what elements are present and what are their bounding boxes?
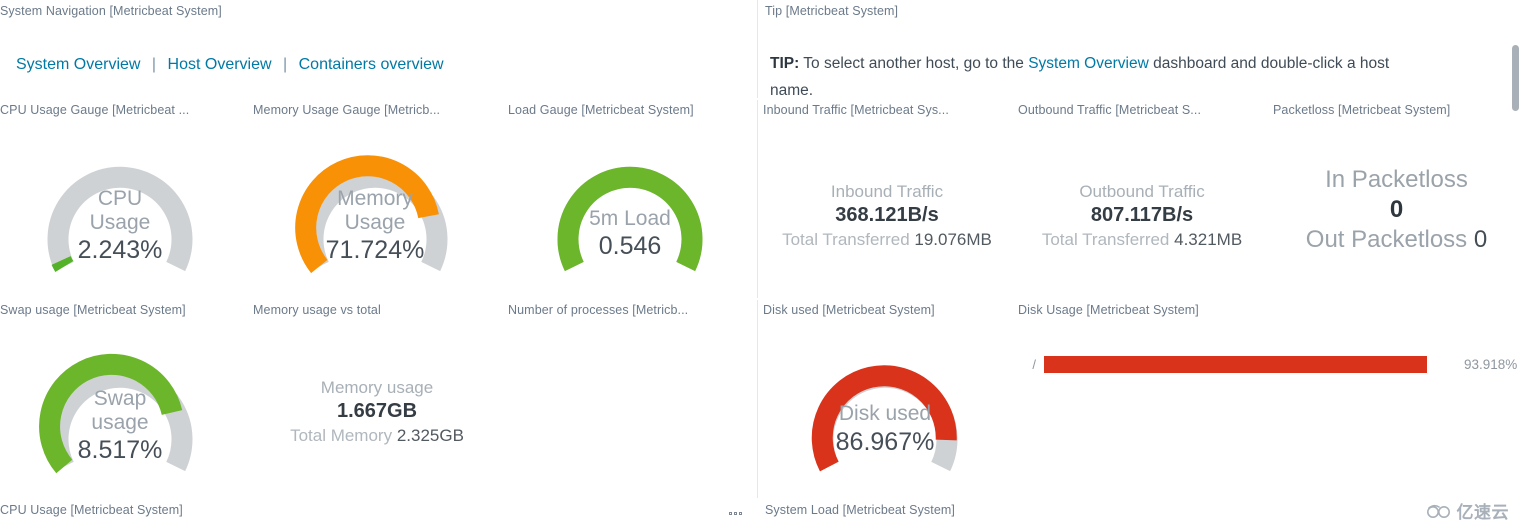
panel-title-cpu-usage: CPU Usage [Metricbeat System]	[0, 503, 183, 517]
gauge-cpu-label-1: CPU	[97, 187, 143, 210]
metric-inbound-traffic[interactable]: Inbound Traffic 368.121B/s Total Transfe…	[763, 180, 1011, 251]
system-navigation-links: System Overview | Host Overview | Contai…	[16, 56, 444, 74]
panel-title-inbound-traffic: Inbound Traffic [Metricbeat Sys...	[763, 103, 949, 117]
tip-text-before: To select another host, go to the	[799, 55, 1029, 72]
panel-title-memory-usage-vs-total: Memory usage vs total	[253, 303, 381, 317]
disk-usage-mount-label: /	[1032, 357, 1036, 372]
metric-memory-foot-value: 2.325GB	[396, 426, 464, 445]
divider-vertical-row2	[757, 300, 758, 498]
panel-resize-handle-icon[interactable]	[729, 512, 742, 515]
metric-outbound-value: 807.117B/s	[1090, 204, 1194, 226]
tip-clipped-line: name.	[770, 82, 814, 96]
metric-outbound-foot-value: 4.321MB	[1174, 230, 1243, 249]
tip-text-after: dashboard and double-click a host	[1148, 55, 1390, 72]
panel-number-of-processes-body[interactable]	[508, 320, 753, 495]
tip-link-system-overview[interactable]: System Overview	[1028, 55, 1149, 72]
divider-vertical-row1	[757, 100, 758, 298]
panel-title-disk-usage: Disk Usage [Metricbeat System]	[1018, 303, 1199, 317]
metric-memory-value: 1.667GB	[336, 400, 418, 422]
nav-separator-1: |	[151, 56, 157, 73]
gauge-swap-usage[interactable]: Swap usage 8.517%	[30, 348, 210, 478]
panel-title-cpu-usage-gauge: CPU Usage Gauge [Metricbeat ...	[0, 103, 190, 117]
metric-memory-title: Memory usage	[320, 378, 434, 397]
gauge-cpu-label-2: Usage	[89, 211, 151, 234]
gauge-disk-used[interactable]: Disk used 86.967%	[795, 348, 975, 478]
metric-outbound-footer: Total Transferred 4.321MB	[1018, 228, 1266, 251]
gauge-memory-label-2: Usage	[344, 211, 406, 234]
gauge-swap-label-2: usage	[91, 411, 149, 434]
gauge-cpu-value: 2.243%	[77, 236, 163, 264]
page-scrollbar-thumb[interactable]	[1512, 45, 1519, 111]
tip-prefix: TIP:	[770, 55, 800, 72]
gauge-swap-label-1: Swap	[93, 387, 147, 410]
panel-title-memory-usage-gauge: Memory Usage Gauge [Metricb...	[253, 103, 441, 117]
panel-title-disk-used: Disk used [Metricbeat System]	[763, 303, 935, 317]
gauge-memory-value: 71.724%	[325, 236, 425, 264]
gauge-load-value: 0.546	[598, 232, 662, 260]
gauge-swap-value: 8.517%	[77, 436, 163, 464]
disk-usage-bar-row[interactable]: / 93.918%	[1018, 356, 1518, 373]
metric-memory-footer: Total Memory 2.325GB	[253, 424, 501, 447]
metric-outbound-traffic[interactable]: Outbound Traffic 807.117B/s Total Transf…	[1018, 180, 1266, 251]
tip-panel-content: TIP: To select another host, go to the S…	[770, 50, 1498, 96]
watermark: 亿速云	[1426, 498, 1510, 523]
dashboard-root: System Navigation [Metricbeat System] Ti…	[0, 0, 1523, 529]
metric-in-packetloss-value: 0	[1389, 196, 1404, 223]
metric-outbound-title: Outbound Traffic	[1079, 182, 1205, 201]
nav-link-containers-overview[interactable]: Containers overview	[299, 56, 444, 73]
gauge-memory-label-1: Memory	[337, 187, 413, 210]
metric-memory-usage-total[interactable]: Memory usage 1.667GB Total Memory 2.325G…	[253, 376, 501, 447]
panel-title-system-navigation: System Navigation [Metricbeat System]	[0, 4, 222, 18]
metric-out-packetloss-label: Out Packetloss	[1305, 226, 1468, 253]
metric-packetloss[interactable]: In Packetloss 0 Out Packetloss 0	[1270, 165, 1523, 255]
gauge-load[interactable]: 5m Load 0.546	[540, 148, 720, 278]
metric-inbound-title: Inbound Traffic	[830, 182, 944, 201]
panel-title-system-load: System Load [Metricbeat System]	[765, 503, 955, 517]
metric-inbound-foot-value: 19.076MB	[914, 230, 992, 249]
gauge-disk-value: 86.967%	[835, 428, 935, 456]
metric-inbound-value: 368.121B/s	[835, 204, 939, 226]
panel-title-number-of-processes: Number of processes [Metricb...	[508, 303, 689, 317]
divider-vertical-header	[757, 0, 758, 98]
nav-link-host-overview[interactable]: Host Overview	[168, 56, 272, 73]
gauge-load-label-1: 5m Load	[589, 207, 671, 230]
cloud-glasses-icon	[1426, 504, 1450, 518]
panel-title-tip: Tip [Metricbeat System]	[765, 4, 899, 18]
nav-separator-2: |	[283, 56, 288, 73]
panel-title-outbound-traffic: Outbound Traffic [Metricbeat S...	[1018, 103, 1202, 117]
metric-outbound-foot-label: Total Transferred	[1041, 230, 1170, 249]
gauge-memory-usage[interactable]: Memory Usage 71.724%	[285, 148, 465, 278]
metric-out-packetloss-value: 0	[1473, 226, 1488, 253]
metric-inbound-footer: Total Transferred 19.076MB	[763, 228, 1011, 251]
watermark-text: 亿速云	[1456, 503, 1509, 522]
disk-usage-bar-fill	[1044, 356, 1428, 373]
metric-in-packetloss-label: In Packetloss	[1325, 166, 1468, 193]
gauge-cpu-usage[interactable]: CPU Usage 2.243%	[30, 148, 210, 278]
nav-link-system-overview[interactable]: System Overview	[16, 56, 140, 73]
metric-memory-foot-label: Total Memory	[290, 426, 393, 445]
page-scrollbar[interactable]	[1510, 0, 1521, 529]
panel-title-swap-usage: Swap usage [Metricbeat System]	[0, 303, 186, 317]
panel-title-load-gauge: Load Gauge [Metricbeat System]	[508, 103, 694, 117]
panel-title-packetloss: Packetloss [Metricbeat System]	[1273, 103, 1451, 117]
metric-inbound-foot-label: Total Transferred	[782, 230, 910, 249]
metric-out-packetloss: Out Packetloss 0	[1270, 225, 1523, 255]
gauge-disk-label-1: Disk used	[838, 402, 932, 425]
disk-usage-bar-track	[1044, 356, 1452, 373]
